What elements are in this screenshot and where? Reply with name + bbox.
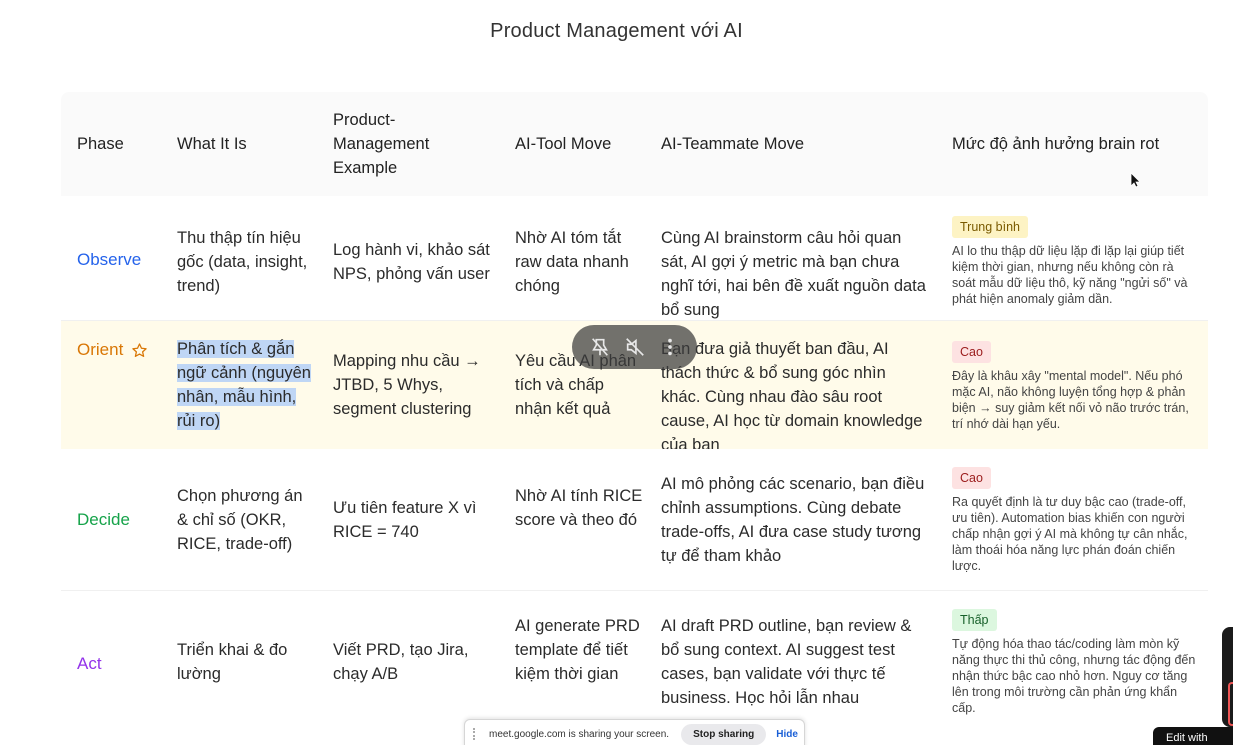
impact-note: Ra quyết định là tư duy bậc cao (trade-o…: [952, 495, 1188, 573]
share-message: meet.google.com is sharing your screen.: [489, 728, 670, 740]
table-row: Act Triển khai & đo lường Viết PRD, tạo …: [61, 591, 1208, 721]
phase-label: Orient: [77, 340, 124, 359]
what-cell: Chọn phương án & chỉ số (OKR, RICE, trad…: [177, 487, 303, 553]
phase-decide: Decide: [77, 510, 130, 529]
what-cell: Thu thập tín hiệu gốc (data, insight, tr…: [177, 229, 308, 295]
mute-icon[interactable]: [624, 336, 646, 358]
header-what: What It Is: [177, 135, 247, 153]
edit-with-button[interactable]: Edit with: [1153, 727, 1233, 745]
teammate-cell: AI mô phỏng các scenario, bạn điều chỉnh…: [661, 475, 925, 565]
table-row: Observe Thu thập tín hiệu gốc (data, ins…: [61, 196, 1208, 321]
hide-button[interactable]: Hide: [776, 729, 798, 740]
side-widget[interactable]: [1222, 627, 1233, 727]
level-badge: Trung bình: [952, 216, 1028, 238]
header-tool-move: AI-Tool Move: [515, 135, 612, 153]
more-options-icon[interactable]: [659, 336, 681, 358]
teammate-cell: Bạn đưa giả thuyết ban đầu, AI thách thứ…: [661, 340, 923, 454]
what-cell: Triển khai & đo lường: [177, 641, 288, 683]
table-row: Decide Chọn phương án & chỉ số (OKR, RIC…: [61, 449, 1208, 591]
level-badge: Cao: [952, 341, 991, 363]
phase-orient: Orient: [77, 338, 148, 362]
screen-share-bar: meet.google.com is sharing your screen. …: [464, 719, 805, 745]
impact-cell: Cao Đây là khâu xây "mental model". Nếu …: [952, 341, 1196, 432]
header-brain-rot: Mức độ ảnh hưởng brain rot: [952, 135, 1160, 153]
impact-note: AI lo thu thập dữ liệu lặp đi lặp lại gi…: [952, 244, 1188, 306]
teammate-cell: AI draft PRD outline, bạn review & bổ su…: [661, 617, 912, 707]
drag-handle-icon[interactable]: [473, 728, 479, 740]
teammate-cell: Cùng AI brainstorm câu hỏi quan sát, AI …: [661, 229, 926, 319]
level-badge: Cao: [952, 467, 991, 489]
impact-cell: Cao Ra quyết định là tư duy bậc cao (tra…: [952, 467, 1196, 574]
phase-act: Act: [77, 654, 102, 673]
level-badge: Thấp: [952, 609, 997, 631]
impact-note: Tự động hóa thao tác/coding làm mòn kỹ n…: [952, 637, 1196, 715]
camera-off-icon[interactable]: [589, 336, 611, 358]
example-cell: Viết PRD, tạo Jira, chạy A/B: [333, 641, 469, 683]
example-cell: Mapping nhu cầu → JTBD, 5 Whys, segment …: [333, 352, 481, 418]
header-example: Product- Management Example: [333, 111, 430, 177]
star-icon[interactable]: [131, 342, 148, 359]
what-cell: Phân tích & gắn ngữ cảnh (nguyên nhân, m…: [177, 337, 317, 433]
phase-observe: Observe: [77, 250, 142, 269]
ooda-table: Phase What It Is Product- Management Exa…: [61, 92, 1208, 721]
mouse-cursor-icon: [1130, 172, 1140, 188]
selected-text: Phân tích & gắn ngữ cảnh (nguyên nhân, m…: [177, 340, 311, 430]
tool-cell: Nhờ AI tóm tắt raw data nhanh chóng: [515, 229, 629, 295]
example-cell: Ưu tiên feature X vì RICE = 740: [333, 499, 477, 541]
impact-cell: Thấp Tự động hóa thao tác/coding làm mòn…: [952, 609, 1196, 716]
header-teammate-move: AI-Teammate Move: [661, 135, 805, 153]
media-controls-overlay: [572, 325, 697, 369]
page-title: Product Management với AI: [490, 20, 743, 42]
table-header: Phase What It Is Product- Management Exa…: [61, 92, 1208, 196]
tool-cell: AI generate PRD template để tiết kiệm th…: [515, 617, 640, 683]
stop-sharing-button[interactable]: Stop sharing: [681, 723, 767, 745]
tool-cell: Nhờ AI tính RICE score và theo đó: [515, 487, 643, 529]
impact-note: Đây là khâu xây "mental model". Nếu phó …: [952, 369, 1189, 431]
example-cell: Log hành vi, khảo sát NPS, phỏng vấn use…: [333, 241, 490, 283]
impact-cell: Trung bình AI lo thu thập dữ liệu lặp đi…: [952, 216, 1196, 307]
header-phase: Phase: [77, 135, 124, 153]
